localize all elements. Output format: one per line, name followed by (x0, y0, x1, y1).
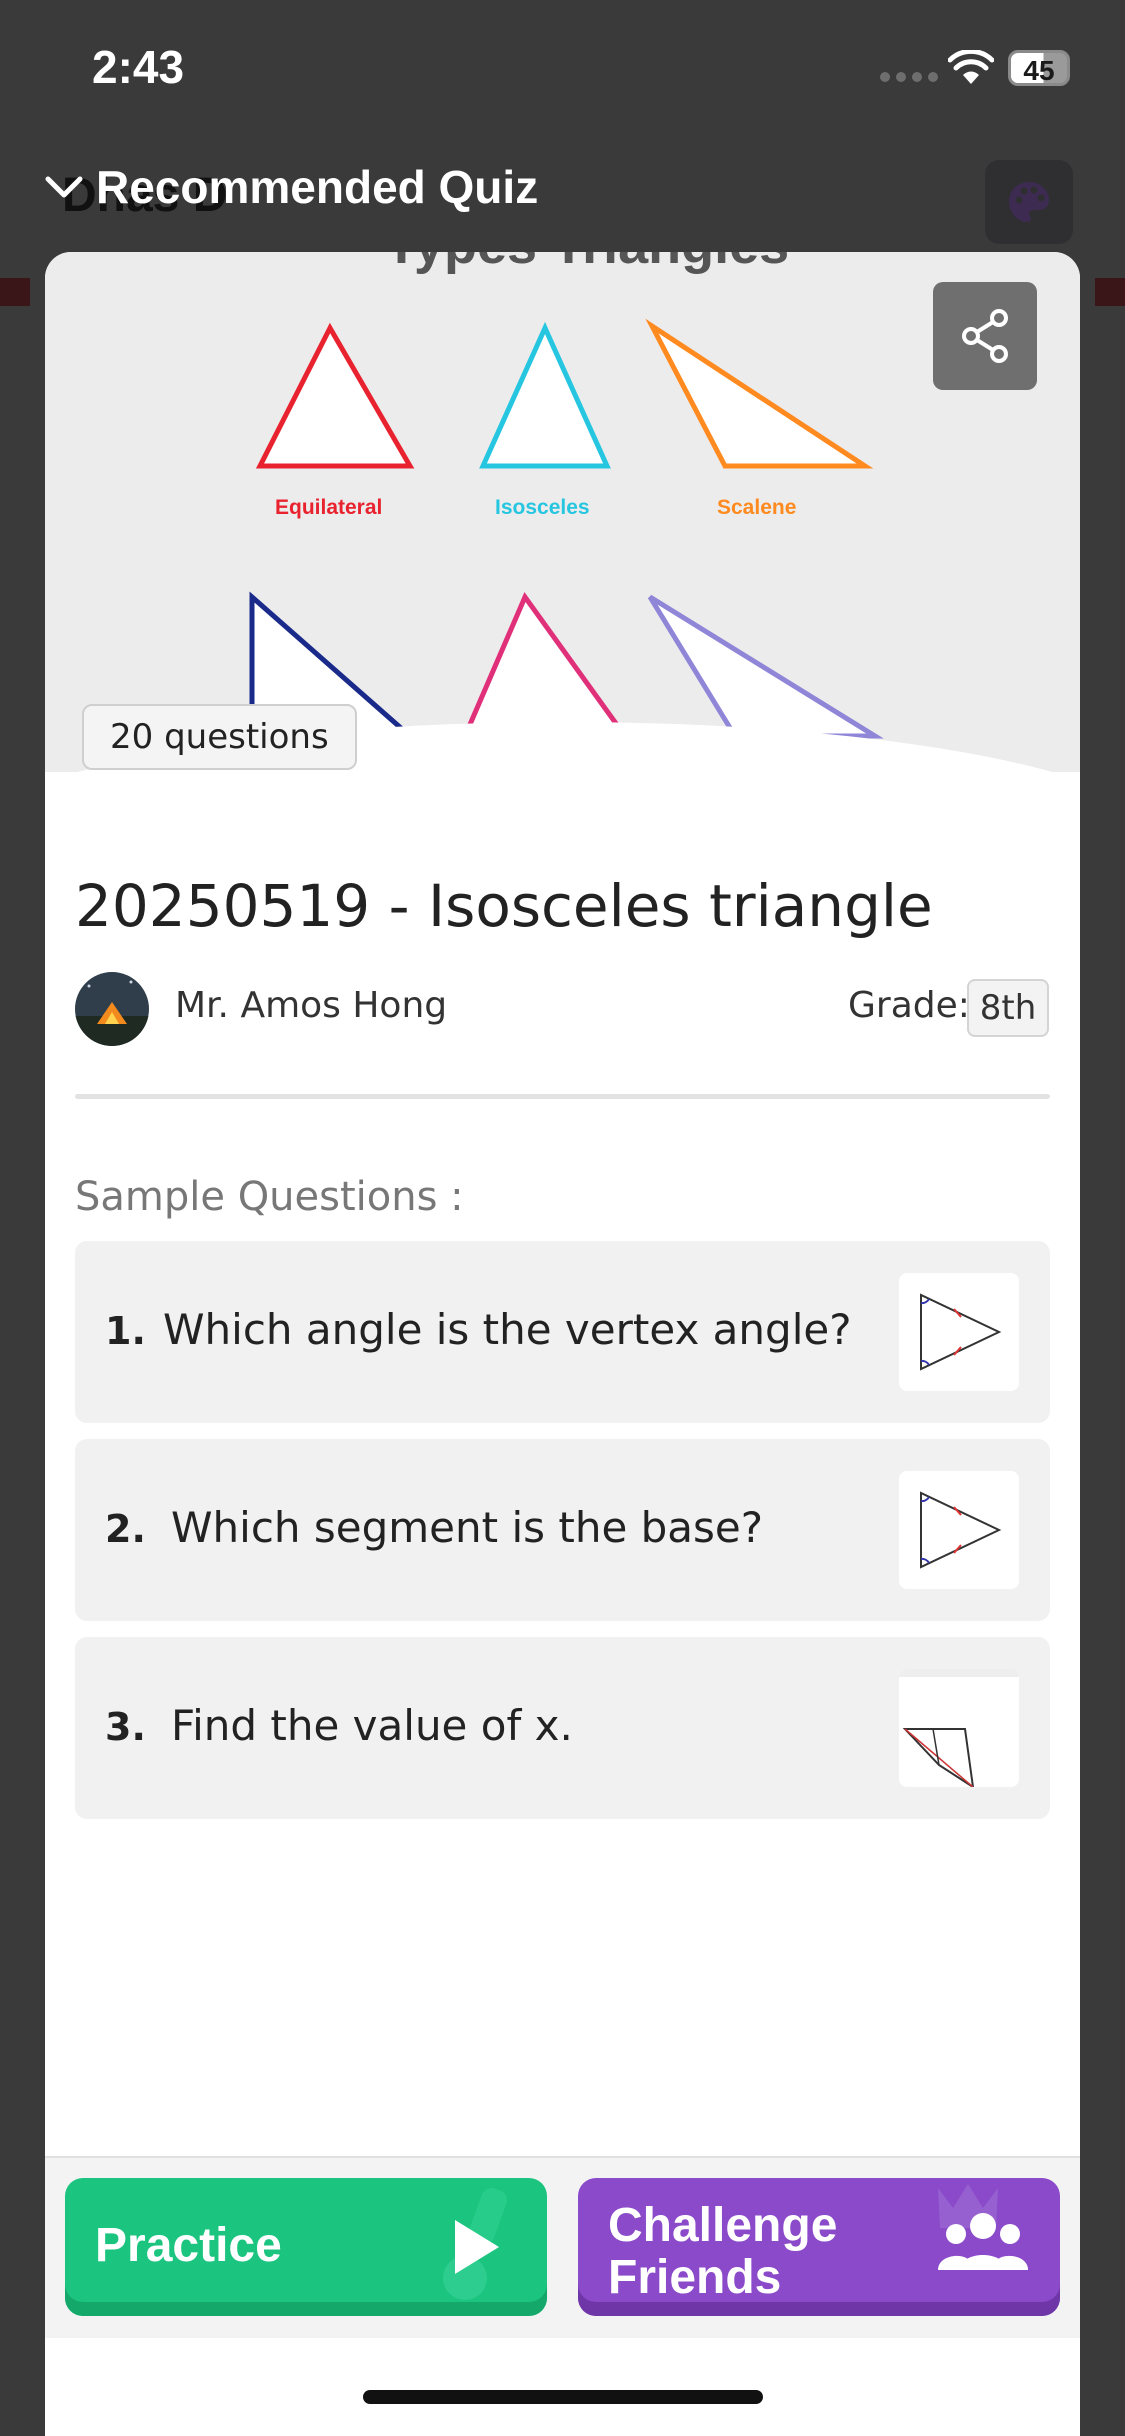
challenge-label-line2: Friends (608, 2251, 782, 2304)
question-thumbnail (899, 1471, 1019, 1589)
chevron-down-icon[interactable] (40, 163, 88, 211)
sheet-title: Recommended Quiz (96, 161, 539, 213)
practice-button[interactable]: Practice (65, 2178, 547, 2316)
triangle-diagram-image (920, 1491, 1002, 1569)
sample-question-item[interactable]: 2. Which segment is the base? (75, 1439, 1050, 1621)
label-isosceles: Isosceles (495, 496, 590, 519)
section-divider (75, 1094, 1050, 1099)
wifi-icon (948, 50, 994, 84)
question-thumbnail (899, 1669, 1019, 1787)
action-bar: Practice Challenge Friends (45, 2156, 1080, 2338)
question-number: 1. (105, 1309, 146, 1353)
sample-questions-heading: Sample Questions : (75, 1174, 464, 1220)
backdrop-accent-left (0, 278, 30, 306)
practice-label: Practice (95, 2219, 282, 2272)
sample-question-item[interactable]: 1. Which angle is the vertex angle? (75, 1241, 1050, 1423)
status-bar: 2:43 45 (0, 0, 1125, 140)
label-scalene: Scalene (717, 496, 797, 519)
challenge-friends-button[interactable]: Challenge Friends (578, 2178, 1060, 2316)
campfire-avatar-image (75, 972, 149, 1046)
share-icon (962, 309, 1008, 363)
author-avatar[interactable] (75, 972, 149, 1046)
label-equilateral: Equilateral (275, 496, 383, 519)
quiz-title: 20250519 - Isosceles triangle (75, 872, 933, 940)
group-icon (938, 2184, 1028, 2270)
sheet-header: Recommended Quiz (40, 160, 538, 214)
play-icon (443, 2188, 507, 2300)
theme-button[interactable] (985, 160, 1073, 244)
triangle-diagram-image (920, 1293, 1002, 1371)
sample-question-item[interactable]: 3. Find the value of x. (75, 1637, 1050, 1819)
quiz-card: Types Triangles Equilateral Isosceles Sc… (45, 252, 1080, 2436)
question-text: Find the value of x. (171, 1701, 573, 1750)
share-button[interactable] (933, 282, 1037, 390)
question-number: 3. (105, 1705, 146, 1749)
trapezoid-diagram-image (899, 1669, 1019, 1787)
cellular-signal-icon (880, 72, 938, 82)
question-thumbnail (899, 1273, 1019, 1391)
question-count-badge: 20 questions (82, 704, 357, 770)
home-indicator[interactable] (363, 2390, 763, 2404)
battery-indicator: 45 (1008, 50, 1070, 86)
quiz-cover-image: Types Triangles Equilateral Isosceles Sc… (45, 252, 1080, 772)
grade-badge: 8th (967, 979, 1049, 1037)
question-number: 2. (105, 1507, 146, 1551)
question-text: Which angle is the vertex angle? (163, 1305, 852, 1354)
status-time: 2:43 (92, 41, 185, 93)
author-name[interactable]: Mr. Amos Hong (175, 985, 447, 1026)
grade-label: Grade: (848, 985, 970, 1026)
challenge-label-line1: Challenge (608, 2199, 838, 2252)
question-text: Which segment is the base? (171, 1503, 764, 1552)
backdrop-accent-right (1095, 278, 1125, 306)
palette-icon (1009, 182, 1049, 222)
